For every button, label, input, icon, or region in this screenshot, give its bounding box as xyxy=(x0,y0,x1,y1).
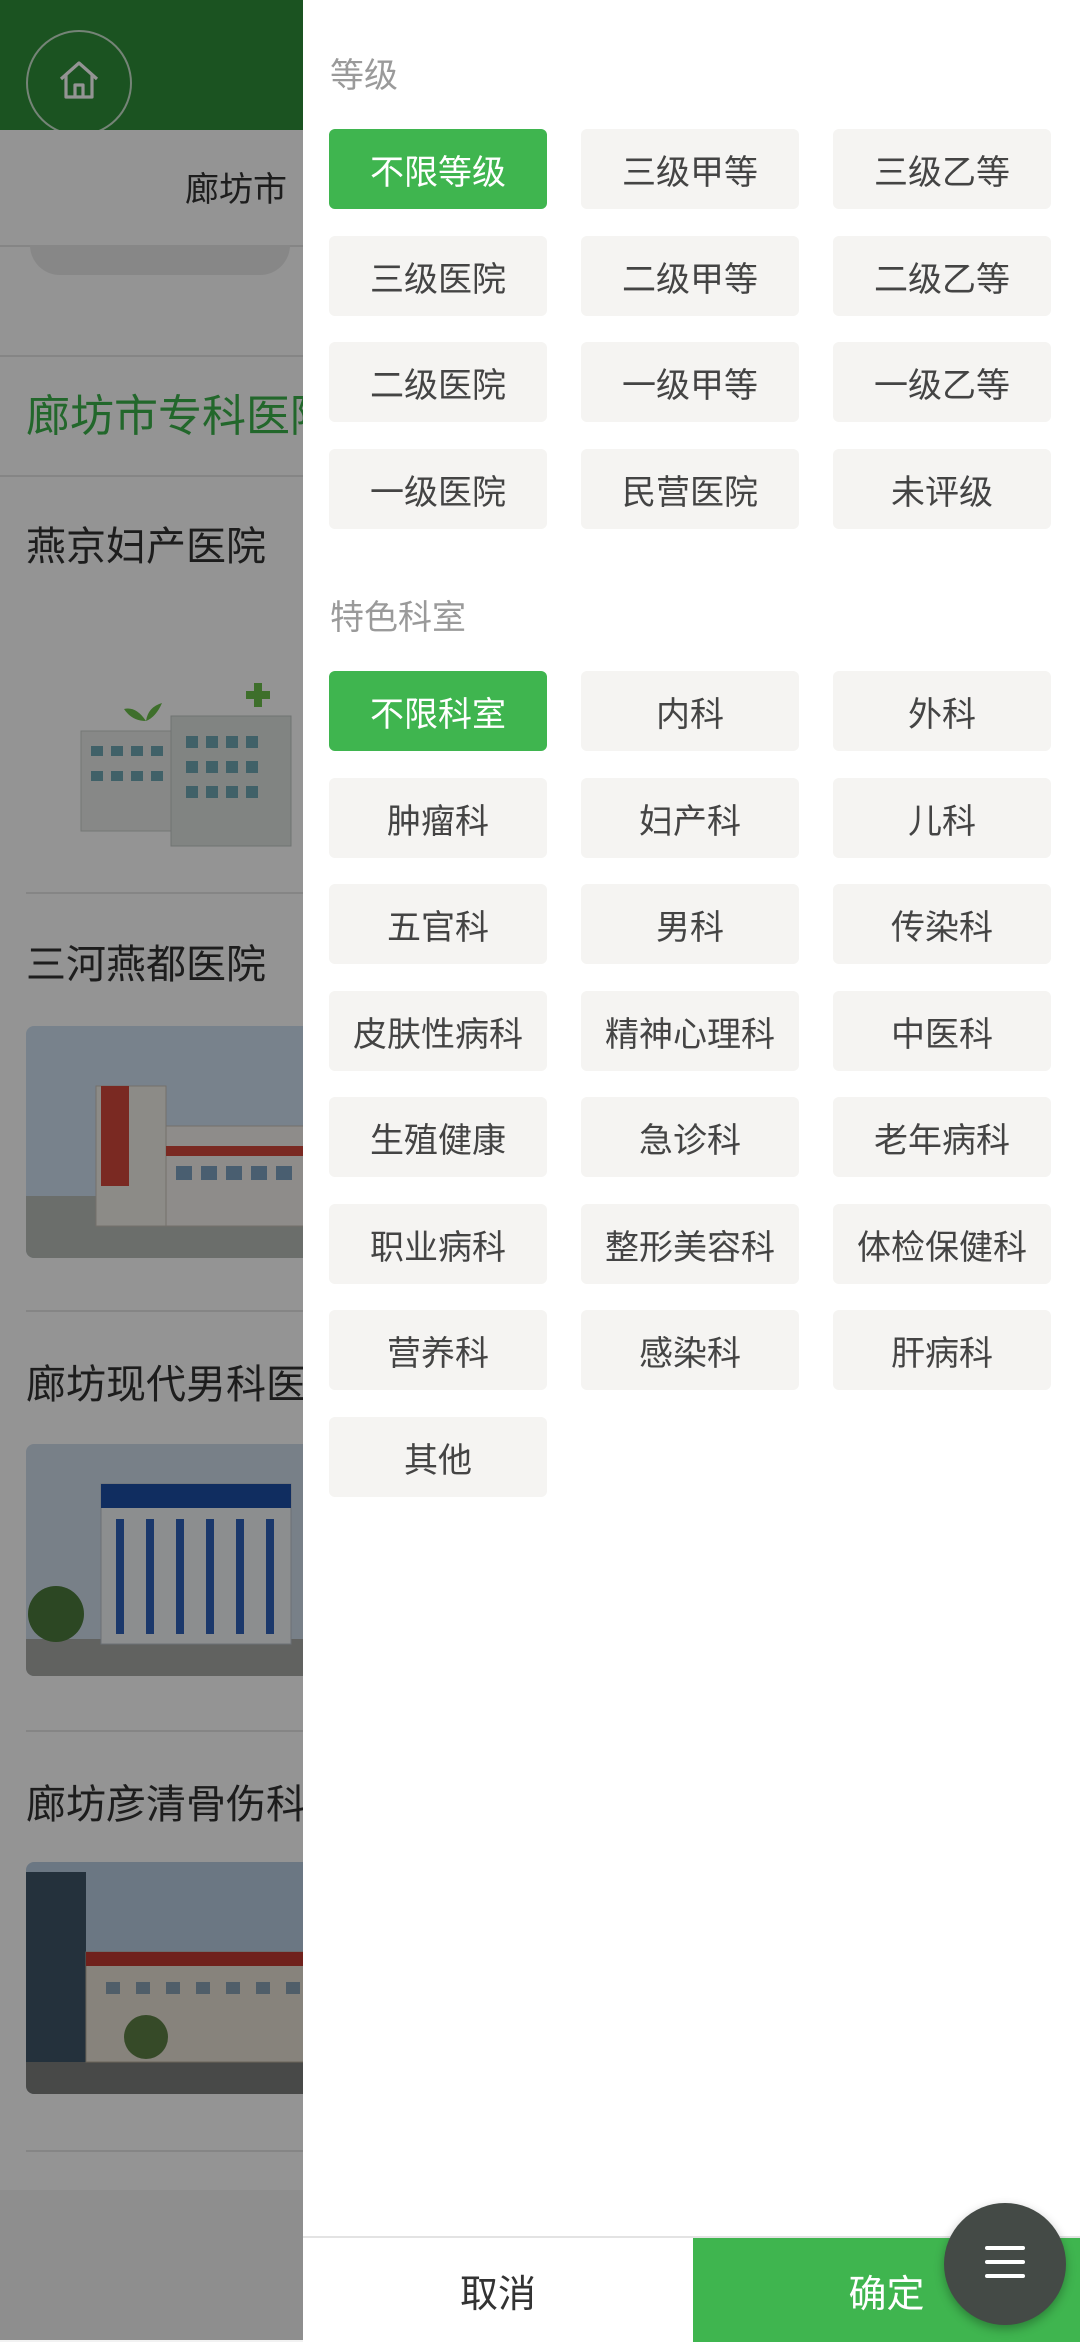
department-option[interactable]: 老年病科 xyxy=(833,1097,1051,1177)
department-option[interactable]: 传染科 xyxy=(833,884,1051,964)
department-option[interactable]: 肿瘤科 xyxy=(329,778,547,858)
level-section-title: 等级 xyxy=(330,56,398,96)
department-option[interactable]: 职业病科 xyxy=(329,1204,547,1284)
filter-drawer: 等级 不限等级 三级甲等 三级乙等三级医院 二级甲等 二级乙等二级医院 一级甲等 一级乙等一… xyxy=(303,0,1080,2342)
department-option[interactable]: 生殖健康 xyxy=(329,1097,547,1177)
department-option[interactable]: 精神心理科 xyxy=(581,991,799,1071)
department-option[interactable]: 男科 xyxy=(581,884,799,964)
level-option[interactable]: 三级乙等 xyxy=(833,129,1051,209)
level-option[interactable]: 三级甲等 xyxy=(581,129,799,209)
department-option[interactable]: 不限科室 xyxy=(329,671,547,751)
level-option[interactable]: 民营医院 xyxy=(581,449,799,529)
department-option[interactable]: 中医科 xyxy=(833,991,1051,1071)
cancel-button[interactable]: 取消 xyxy=(303,2238,693,2342)
department-option[interactable]: 其他 xyxy=(329,1417,547,1497)
level-option[interactable]: 未评级 xyxy=(833,449,1051,529)
department-option[interactable]: 肝病科 xyxy=(833,1310,1051,1390)
department-option[interactable]: 妇产科 xyxy=(581,778,799,858)
department-option[interactable]: 感染科 xyxy=(581,1310,799,1390)
department-option[interactable]: 外科 xyxy=(833,671,1051,751)
department-option[interactable]: 皮肤性病科 xyxy=(329,991,547,1071)
hamburger-menu-icon xyxy=(983,2242,1027,2286)
department-option[interactable]: 内科 xyxy=(581,671,799,751)
department-option[interactable]: 儿科 xyxy=(833,778,1051,858)
level-option[interactable]: 二级乙等 xyxy=(833,236,1051,316)
level-option[interactable]: 一级乙等 xyxy=(833,342,1051,422)
department-option[interactable]: 整形美容科 xyxy=(581,1204,799,1284)
level-option[interactable]: 二级医院 xyxy=(329,342,547,422)
department-option[interactable]: 急诊科 xyxy=(581,1097,799,1177)
department-section-title: 特色科室 xyxy=(330,598,466,638)
level-option[interactable]: 不限等级 xyxy=(329,129,547,209)
level-option[interactable]: 三级医院 xyxy=(329,236,547,316)
department-option[interactable]: 体检保健科 xyxy=(833,1204,1051,1284)
level-option[interactable]: 一级医院 xyxy=(329,449,547,529)
department-option[interactable]: 五官科 xyxy=(329,884,547,964)
department-option[interactable]: 营养科 xyxy=(329,1310,547,1390)
level-option[interactable]: 二级甲等 xyxy=(581,236,799,316)
menu-button[interactable] xyxy=(944,2203,1066,2325)
level-option[interactable]: 一级甲等 xyxy=(581,342,799,422)
